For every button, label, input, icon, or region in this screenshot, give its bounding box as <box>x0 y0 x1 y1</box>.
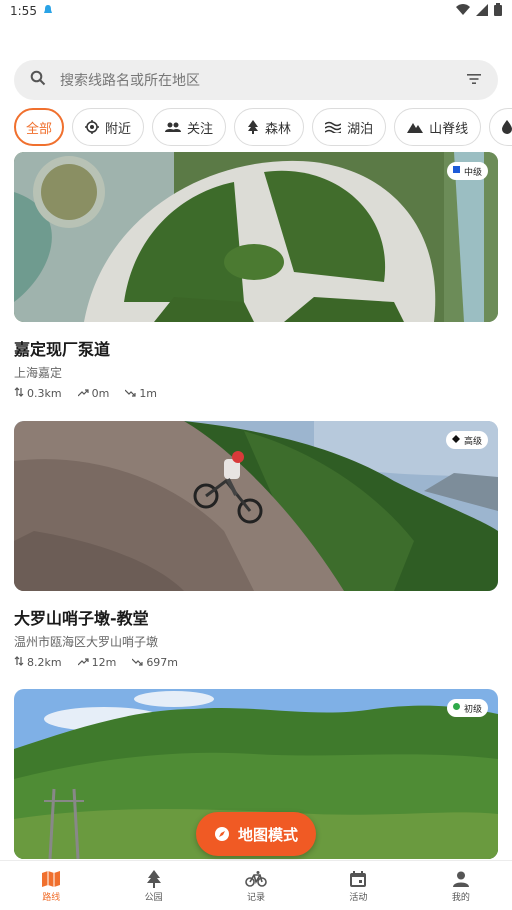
chip-label: 湖泊 <box>347 121 374 137</box>
signal-icon <box>476 3 488 19</box>
nav-events[interactable]: 活动 <box>307 861 409 910</box>
nav-parks[interactable]: 公园 <box>102 861 204 910</box>
chip-label: 关注 <box>187 121 214 137</box>
chip-lake[interactable]: 湖泊 <box>312 108 387 146</box>
route-stats: 8.2km 12m 697m <box>14 656 498 669</box>
distance-icon <box>14 656 24 669</box>
nav-routes[interactable]: 路线 <box>0 861 102 910</box>
status-icons <box>456 3 502 19</box>
descent-stat: 697m <box>131 656 179 669</box>
status-bar: 1:55 <box>0 0 512 22</box>
nav-label: 记录 <box>247 893 266 903</box>
tree-icon <box>247 120 259 134</box>
ascent-value: 0m <box>91 387 110 400</box>
pump-track-aerial-image <box>14 152 498 322</box>
nav-records[interactable]: 记录 <box>205 861 307 910</box>
route-title[interactable]: 嘉定现厂泵道 <box>14 336 498 360</box>
nav-label: 公园 <box>144 893 163 903</box>
descent-value: 697m <box>146 656 179 669</box>
compass-icon <box>214 826 230 842</box>
difficulty-badge: 高级 <box>445 431 488 449</box>
ascent-icon <box>77 656 89 669</box>
chip-forest[interactable]: 森林 <box>234 108 305 146</box>
ascent-value: 12m <box>91 656 117 669</box>
distance-value: 8.2km <box>27 656 62 669</box>
difficulty-label: 高级 <box>463 436 482 447</box>
filter-chips: 全部 附近 关注 森林 湖泊 山脊线 <box>14 108 512 146</box>
bottom-nav: 路线 公园 记录 活动 我的 <box>0 860 512 910</box>
bike-icon <box>245 868 267 890</box>
filter-icon[interactable] <box>466 71 482 90</box>
route-location: 上海嘉定 <box>14 366 63 380</box>
difficulty-badge: 初级 <box>446 699 488 717</box>
wifi-icon <box>456 3 470 19</box>
chip-following[interactable]: 关注 <box>152 108 227 146</box>
nav-label: 路线 <box>42 893 61 903</box>
search-bar[interactable]: 搜索线路名或所在地区 <box>14 60 498 100</box>
route-location: 温州市瓯海区大罗山哨子墩 <box>14 635 159 649</box>
ascent-stat: 0m <box>77 387 110 400</box>
map-mode-button[interactable]: 地图模式 <box>196 812 316 856</box>
people-icon <box>165 121 182 133</box>
chip-label: 山脊线 <box>429 121 469 137</box>
route-card[interactable]: 高级 大罗山哨子墩-教堂 温州市瓯海区大罗山哨子墩 8.2km 12m 697m <box>14 421 498 669</box>
ascent-icon <box>77 387 89 400</box>
difficulty-badge: 中级 <box>446 162 488 180</box>
chip-all[interactable]: 全部 <box>14 108 65 146</box>
calendar-icon <box>350 868 367 890</box>
ascent-stat: 12m <box>77 656 117 669</box>
difficulty-circle-icon <box>452 703 460 713</box>
chip-label: 附近 <box>105 121 132 137</box>
difficulty-label: 初级 <box>463 704 482 715</box>
mountain-icon <box>407 121 424 133</box>
chip-label: 森林 <box>265 121 292 137</box>
battery-icon <box>494 3 502 19</box>
location-icon <box>85 120 100 134</box>
chip-nearby[interactable]: 附近 <box>72 108 145 146</box>
distance-stat: 0.3km <box>14 387 62 400</box>
drop-icon <box>502 120 512 134</box>
difficulty-square-icon <box>452 166 460 176</box>
tree-icon <box>146 868 161 890</box>
page: 1:55 搜索线路名或所在地区 全部 附近 关注 森林 湖泊 山脊线 中级 嘉定… <box>0 0 512 910</box>
descent-icon <box>124 387 136 400</box>
descent-value: 1m <box>139 387 158 400</box>
chip-stream[interactable]: 溪流 <box>489 108 512 146</box>
difficulty-label: 中级 <box>463 167 482 178</box>
distance-value: 0.3km <box>27 387 62 400</box>
route-stats: 0.3km 0m 1m <box>14 387 498 400</box>
chip-ridge[interactable]: 山脊线 <box>394 108 482 146</box>
nav-label: 我的 <box>451 893 470 903</box>
wave-icon <box>325 121 342 133</box>
descent-stat: 1m <box>124 387 158 400</box>
notification-icon <box>43 4 53 19</box>
nav-profile[interactable]: 我的 <box>410 861 512 910</box>
chip-label: 全部 <box>26 121 53 137</box>
route-title[interactable]: 大罗山哨子墩-教堂 <box>14 605 498 629</box>
map-icon <box>42 868 61 890</box>
search-icon <box>30 70 46 90</box>
status-time: 1:55 <box>10 4 37 18</box>
search-input[interactable]: 搜索线路名或所在地区 <box>60 70 466 90</box>
route-image[interactable]: 中级 <box>14 152 498 322</box>
route-image[interactable]: 高级 <box>14 421 498 591</box>
distance-stat: 8.2km <box>14 656 62 669</box>
person-icon <box>452 868 469 890</box>
mountain-bike-rock-image <box>14 421 498 591</box>
nav-label: 活动 <box>349 893 368 903</box>
descent-icon <box>131 656 143 669</box>
difficulty-diamond-icon <box>451 434 460 446</box>
map-mode-label: 地图模式 <box>237 825 298 844</box>
route-card[interactable]: 中级 嘉定现厂泵道 上海嘉定 0.3km 0m 1m <box>14 152 498 400</box>
distance-icon <box>14 387 24 400</box>
